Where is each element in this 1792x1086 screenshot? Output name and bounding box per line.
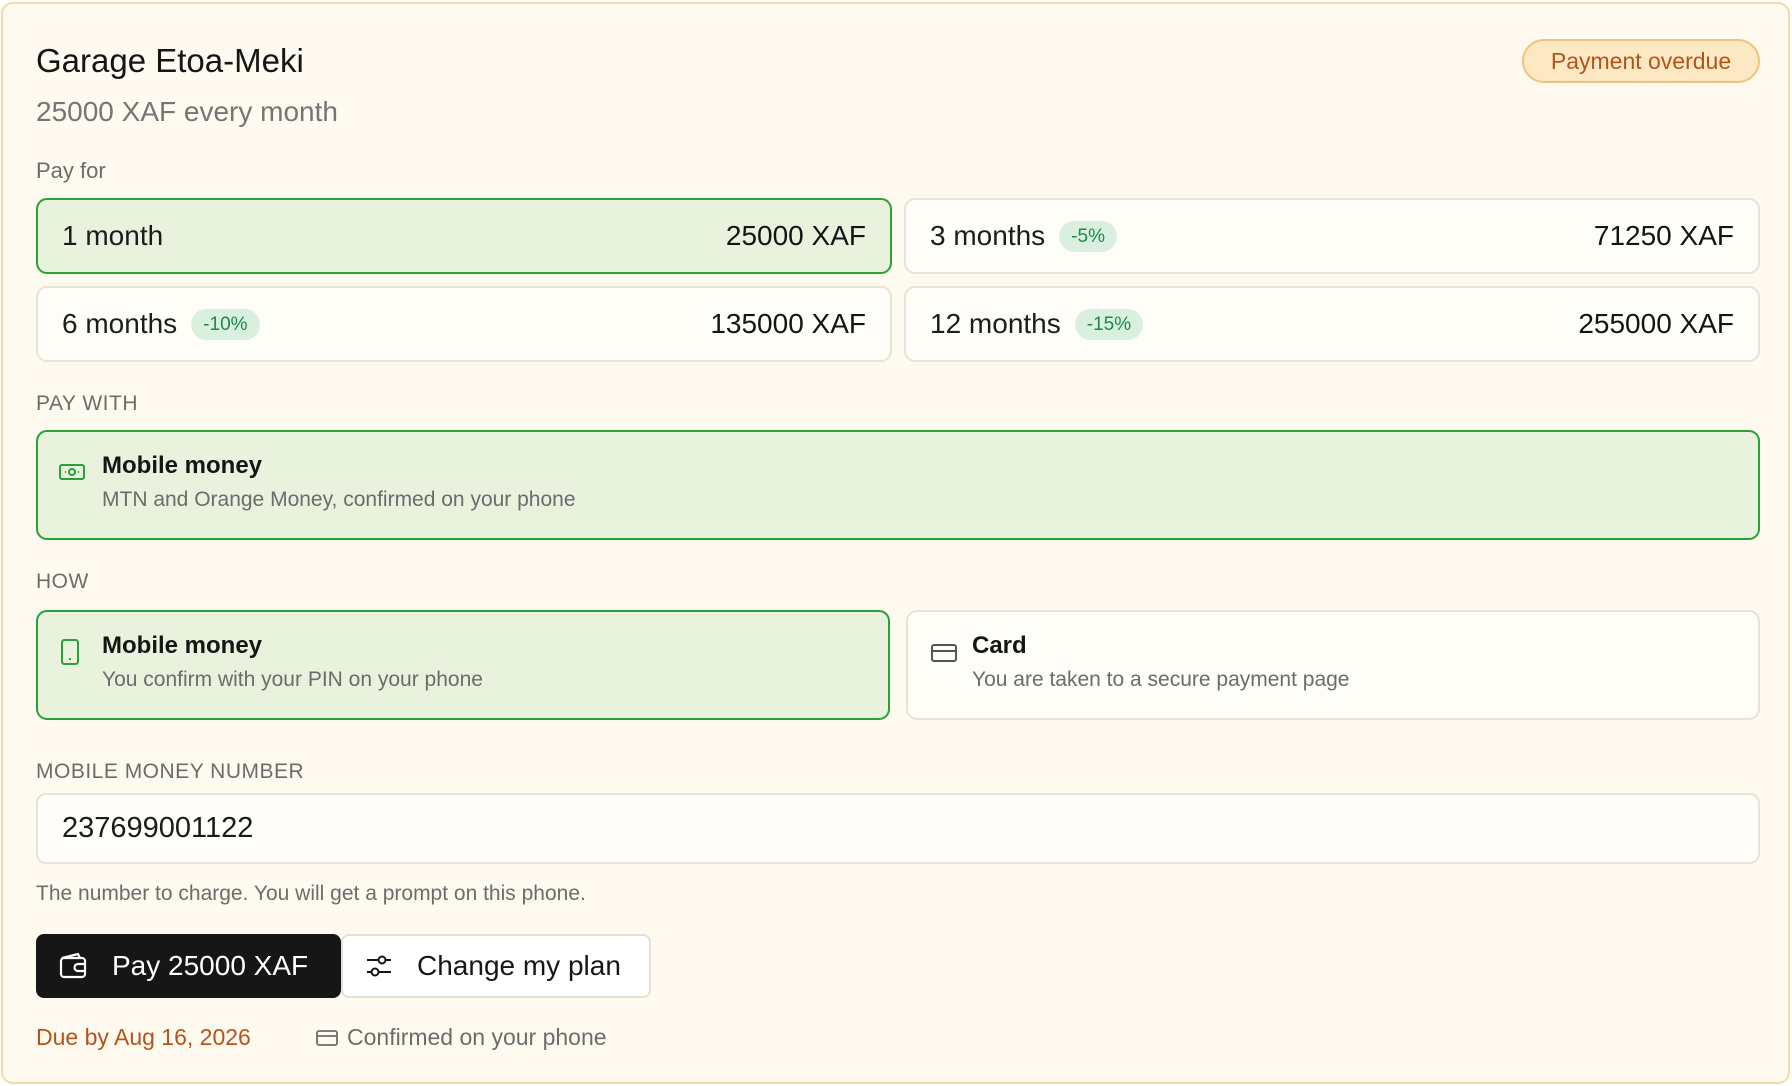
- pay-with-label: PAY WITH: [36, 392, 139, 415]
- how-mobile-money[interactable]: Mobile money You confirm with your PIN o…: [36, 610, 890, 720]
- how-label: HOW: [36, 570, 89, 593]
- method-title: Mobile money: [102, 632, 263, 659]
- method-description: You are taken to a secure payment page: [972, 668, 1350, 691]
- payment-card: Garage Etoa-Meki 25000 XAF every month P…: [1, 2, 1790, 1084]
- pay-with-mobile-money[interactable]: Mobile money MTN and Orange Money, confi…: [36, 430, 1760, 540]
- due-date: Due by Aug 16, 2026: [36, 1024, 251, 1050]
- method-title: Mobile money: [102, 452, 263, 479]
- pay-button[interactable]: Pay 25000 XAF: [36, 934, 341, 998]
- card-icon: [315, 1028, 339, 1048]
- mobile-number-input[interactable]: [36, 793, 1760, 864]
- mobile-number-label: MOBILE MONEY NUMBER: [36, 760, 305, 783]
- method-description: MTN and Orange Money, confirmed on your …: [102, 488, 576, 511]
- period-option-3-months[interactable]: 3 months -5% 71250 XAF: [904, 198, 1760, 274]
- period-option-price: 255000 XAF: [1578, 308, 1734, 339]
- period-option-name: 1 month: [62, 220, 164, 251]
- change-plan-button[interactable]: Change my plan: [341, 934, 651, 998]
- period-option-12-months[interactable]: 12 months -15% 255000 XAF: [904, 286, 1760, 362]
- period-option-price: 71250 XAF: [1593, 220, 1734, 251]
- period-option-price: 25000 XAF: [725, 220, 866, 251]
- confirmation-text: Confirmed on your phone: [347, 1024, 607, 1050]
- pay-for-label: Pay for: [36, 158, 106, 183]
- period-option-name: 3 months: [930, 220, 1046, 251]
- period-option-6-months[interactable]: 6 months -10% 135000 XAF: [36, 286, 892, 362]
- period-option-price: 135000 XAF: [710, 308, 866, 339]
- period-option-1-month[interactable]: 1 month 25000 XAF: [36, 198, 892, 274]
- how-card[interactable]: Card You are taken to a secure payment p…: [906, 610, 1760, 720]
- discount-badge: -15%: [1074, 308, 1144, 340]
- change-plan-label: Change my plan: [417, 950, 621, 981]
- status-badge: Payment overdue: [1522, 39, 1760, 83]
- plan-price-subtitle: 25000 XAF every month: [36, 96, 338, 127]
- method-description: You confirm with your PIN on your phone: [102, 668, 483, 691]
- sliders-icon: [365, 953, 393, 979]
- discount-badge: -10%: [191, 308, 260, 340]
- pay-button-label: Pay 25000 XAF: [112, 950, 309, 981]
- wallet-icon: [58, 952, 88, 980]
- period-option-name: 6 months: [62, 308, 178, 339]
- banknote-icon: [58, 462, 86, 487]
- method-title: Card: [972, 632, 1027, 659]
- period-option-name: 12 months: [930, 308, 1061, 339]
- phone-icon: [58, 638, 82, 671]
- confirmation-note: Confirmed on your phone: [315, 1024, 607, 1051]
- card-icon: [930, 642, 958, 669]
- mobile-number-hint: The number to charge. You will get a pro…: [36, 882, 586, 905]
- page-title: Garage Etoa-Meki: [36, 42, 304, 79]
- discount-badge: -5%: [1059, 220, 1117, 252]
